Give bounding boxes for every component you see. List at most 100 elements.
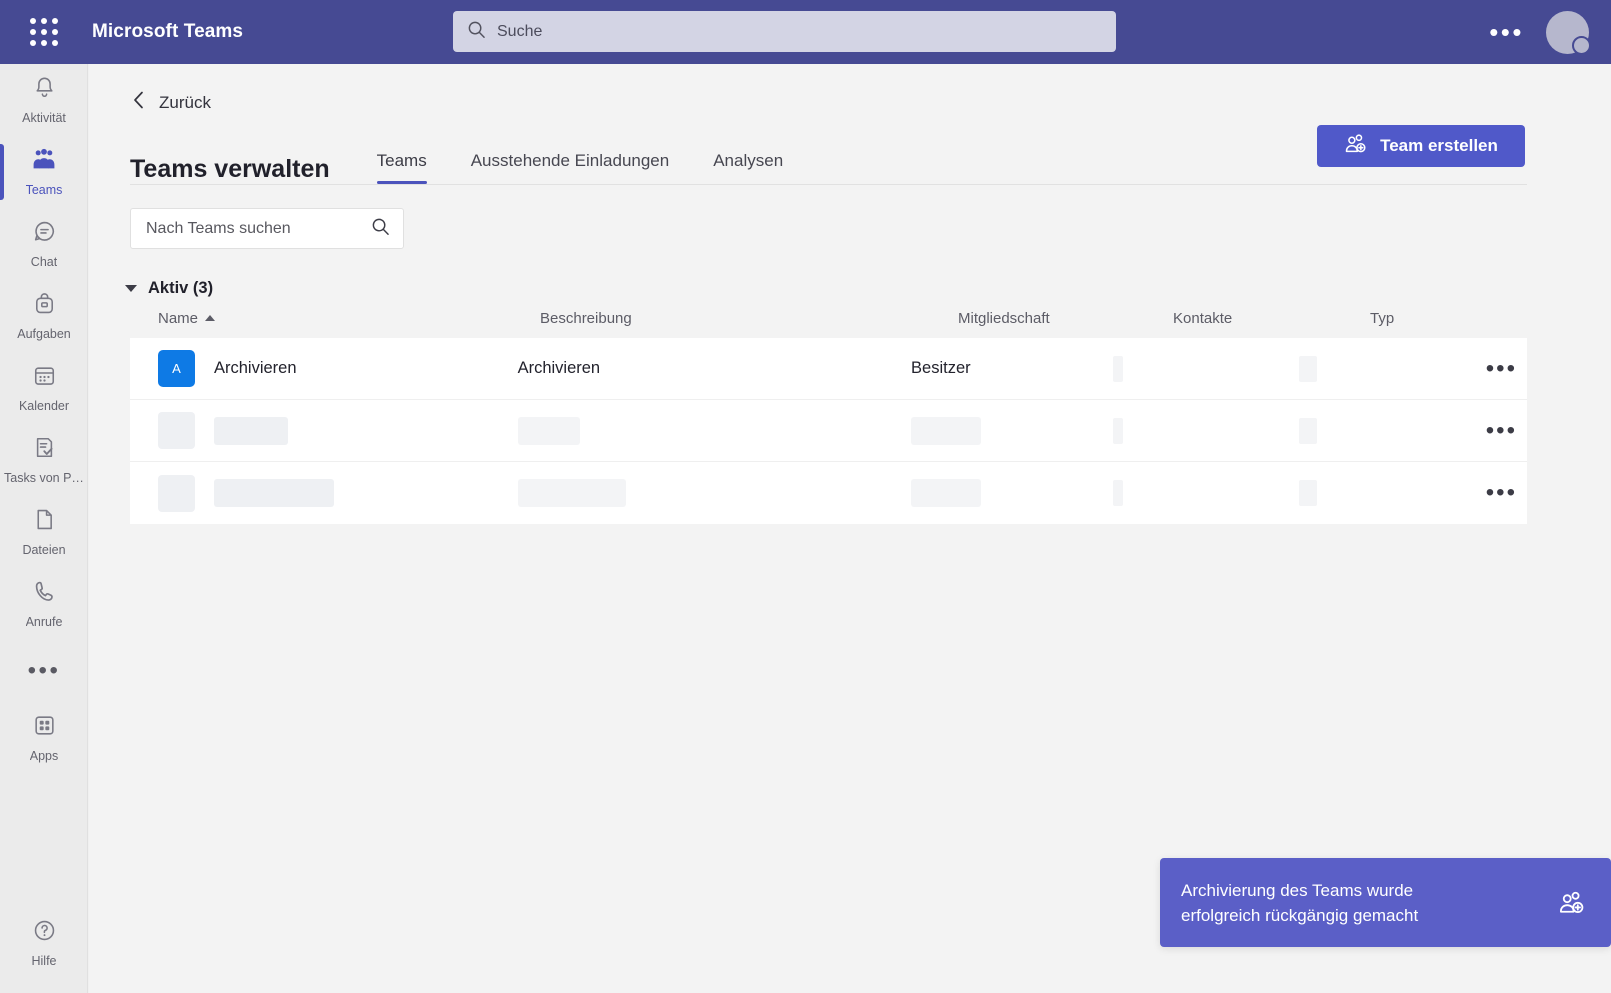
cell-type xyxy=(1298,355,1412,382)
group-label: Aktiv (3) xyxy=(148,279,214,297)
toast-notification[interactable]: Archivierung des Teams wurde erfolgreich… xyxy=(1160,858,1611,947)
team-avatar: A xyxy=(158,350,195,387)
tab-ausstehende-einladungen[interactable]: Ausstehende Einladungen xyxy=(449,151,692,184)
more-options-icon[interactable]: ••• xyxy=(1477,19,1536,45)
cell-description xyxy=(517,479,911,507)
cell-contacts xyxy=(1113,417,1298,444)
group-header-aktiv[interactable]: Aktiv (3) xyxy=(125,279,265,298)
cell-name xyxy=(158,412,518,449)
sidebar-item-aufgaben[interactable]: Aufgaben xyxy=(0,280,88,352)
loading-placeholder xyxy=(1298,355,1317,382)
sidebar-item-label: Aufgaben xyxy=(17,327,71,341)
tab-analysen[interactable]: Analysen xyxy=(691,151,805,184)
task-list-icon xyxy=(32,435,57,465)
table-row[interactable]: A Archivieren Archivieren Besitzer ••• xyxy=(130,338,1527,400)
sidebar-item-kalender[interactable]: Kalender xyxy=(0,352,88,424)
sidebar-item-teams[interactable]: Teams xyxy=(0,136,88,208)
row-more-options-icon[interactable]: ••• xyxy=(1476,356,1527,381)
loading-placeholder xyxy=(1298,417,1317,444)
question-circle-icon xyxy=(32,918,57,948)
avatar[interactable] xyxy=(1546,10,1591,55)
column-header-label: Name xyxy=(158,309,199,327)
create-team-button[interactable]: Team erstellen xyxy=(1317,125,1525,167)
loading-placeholder xyxy=(911,416,982,445)
back-button[interactable]: Zurück xyxy=(89,64,239,115)
sidebar-item-label: Chat xyxy=(30,255,58,269)
cell-contacts xyxy=(1113,355,1298,382)
file-icon xyxy=(32,507,57,537)
tab-teams[interactable]: Teams xyxy=(355,151,449,184)
toast-message: Archivierung des Teams wurde erfolgreich… xyxy=(1181,880,1419,925)
teams-app-window: Microsoft Teams ••• Aktivitä xyxy=(0,0,1611,993)
top-app-bar: Microsoft Teams ••• xyxy=(0,0,1611,64)
column-header-mitgliedschaft[interactable]: Mitgliedschaft xyxy=(958,310,1173,327)
bell-icon xyxy=(32,75,57,105)
loading-placeholder xyxy=(158,474,195,512)
table-row[interactable]: ••• xyxy=(130,400,1527,462)
column-header-beschreibung[interactable]: Beschreibung xyxy=(540,310,958,327)
row-more-options-icon[interactable]: ••• xyxy=(1476,418,1527,443)
app-launcher-icon[interactable] xyxy=(22,10,66,54)
topbar-right-controls: ••• xyxy=(1477,0,1611,64)
sort-ascending-icon xyxy=(205,315,216,321)
search-icon xyxy=(467,20,486,44)
search-input[interactable] xyxy=(146,215,371,242)
add-person-icon xyxy=(1344,133,1367,159)
search-icon xyxy=(371,217,390,241)
loading-placeholder xyxy=(1298,480,1317,506)
sidebar-item-apps[interactable]: Apps xyxy=(0,702,88,774)
table-header-row: Name Beschreibung Mitgliedschaft Kontakt… xyxy=(130,298,1527,338)
page-header: Teams verwalten Teams Ausstehende Einlad… xyxy=(89,125,1611,184)
sidebar-more-label: ••• xyxy=(27,657,61,684)
sidebar-item-label: Dateien xyxy=(22,543,66,557)
grid-apps-icon xyxy=(32,713,57,743)
cell-membership xyxy=(911,416,1113,445)
column-header-typ[interactable]: Typ xyxy=(1370,310,1490,327)
page-title: Teams verwalten xyxy=(130,155,330,183)
app-title: Microsoft Teams xyxy=(92,21,244,42)
sidebar-item-label: Aktivität xyxy=(22,111,66,125)
sidebar-item-label: Hilfe xyxy=(31,954,57,968)
sidebar-item-dateien[interactable]: Dateien xyxy=(0,496,88,568)
chevron-left-icon xyxy=(132,90,145,115)
column-header-name[interactable]: Name xyxy=(158,310,540,327)
loading-placeholder xyxy=(214,479,334,507)
sidebar-item-label: Tasks von P… xyxy=(4,471,84,485)
row-more-options-icon[interactable]: ••• xyxy=(1476,481,1527,505)
cell-description: Archivieren xyxy=(517,359,601,377)
main-content-area: Zurück Teams verwalten Teams Ausstehende… xyxy=(89,64,1611,993)
chevron-down-icon xyxy=(125,285,137,292)
loading-placeholder xyxy=(214,416,288,445)
chat-bubble-icon xyxy=(32,219,57,249)
global-search-box[interactable] xyxy=(453,11,1116,52)
loading-placeholder xyxy=(1113,417,1124,444)
cell-description xyxy=(517,416,911,445)
cell-name xyxy=(158,474,518,512)
cell-membership: Besitzer xyxy=(911,359,971,377)
sidebar-item-label: Anrufe xyxy=(25,615,63,629)
sidebar-item-tasks-von-planner[interactable]: Tasks von P… xyxy=(0,424,88,496)
sidebar-bottom-section: Hilfe xyxy=(0,907,88,979)
calendar-icon xyxy=(32,363,57,393)
sidebar-item-label: Teams xyxy=(25,183,63,197)
sidebar-item-hilfe[interactable]: Hilfe xyxy=(0,907,88,979)
sidebar-item-aktivitaet[interactable]: Aktivität xyxy=(0,64,88,136)
team-search-box[interactable] xyxy=(130,208,404,249)
sidebar-item-chat[interactable]: Chat xyxy=(0,208,88,280)
cell-actions: ••• xyxy=(1412,356,1527,381)
backpack-icon xyxy=(32,291,57,321)
sidebar-item-anrufe[interactable]: Anrufe xyxy=(0,568,88,640)
phone-icon xyxy=(32,579,57,609)
loading-placeholder xyxy=(517,479,626,507)
create-team-label: Team erstellen xyxy=(1380,136,1498,155)
tab-bar: Teams Ausstehende Einladungen Analysen xyxy=(355,151,806,184)
sidebar-item-label: Kalender xyxy=(18,399,70,413)
cell-name: A Archivieren xyxy=(158,350,518,387)
column-header-kontakte[interactable]: Kontakte xyxy=(1173,310,1370,327)
search-input[interactable] xyxy=(497,17,1077,46)
sidebar-more-apps-icon[interactable]: ••• xyxy=(0,640,88,702)
left-nav-rail: Aktivität Teams Chat Aufgaben Kalender T… xyxy=(0,64,88,993)
loading-placeholder xyxy=(158,412,195,449)
loading-placeholder xyxy=(517,416,580,445)
table-row[interactable]: ••• xyxy=(130,462,1527,524)
